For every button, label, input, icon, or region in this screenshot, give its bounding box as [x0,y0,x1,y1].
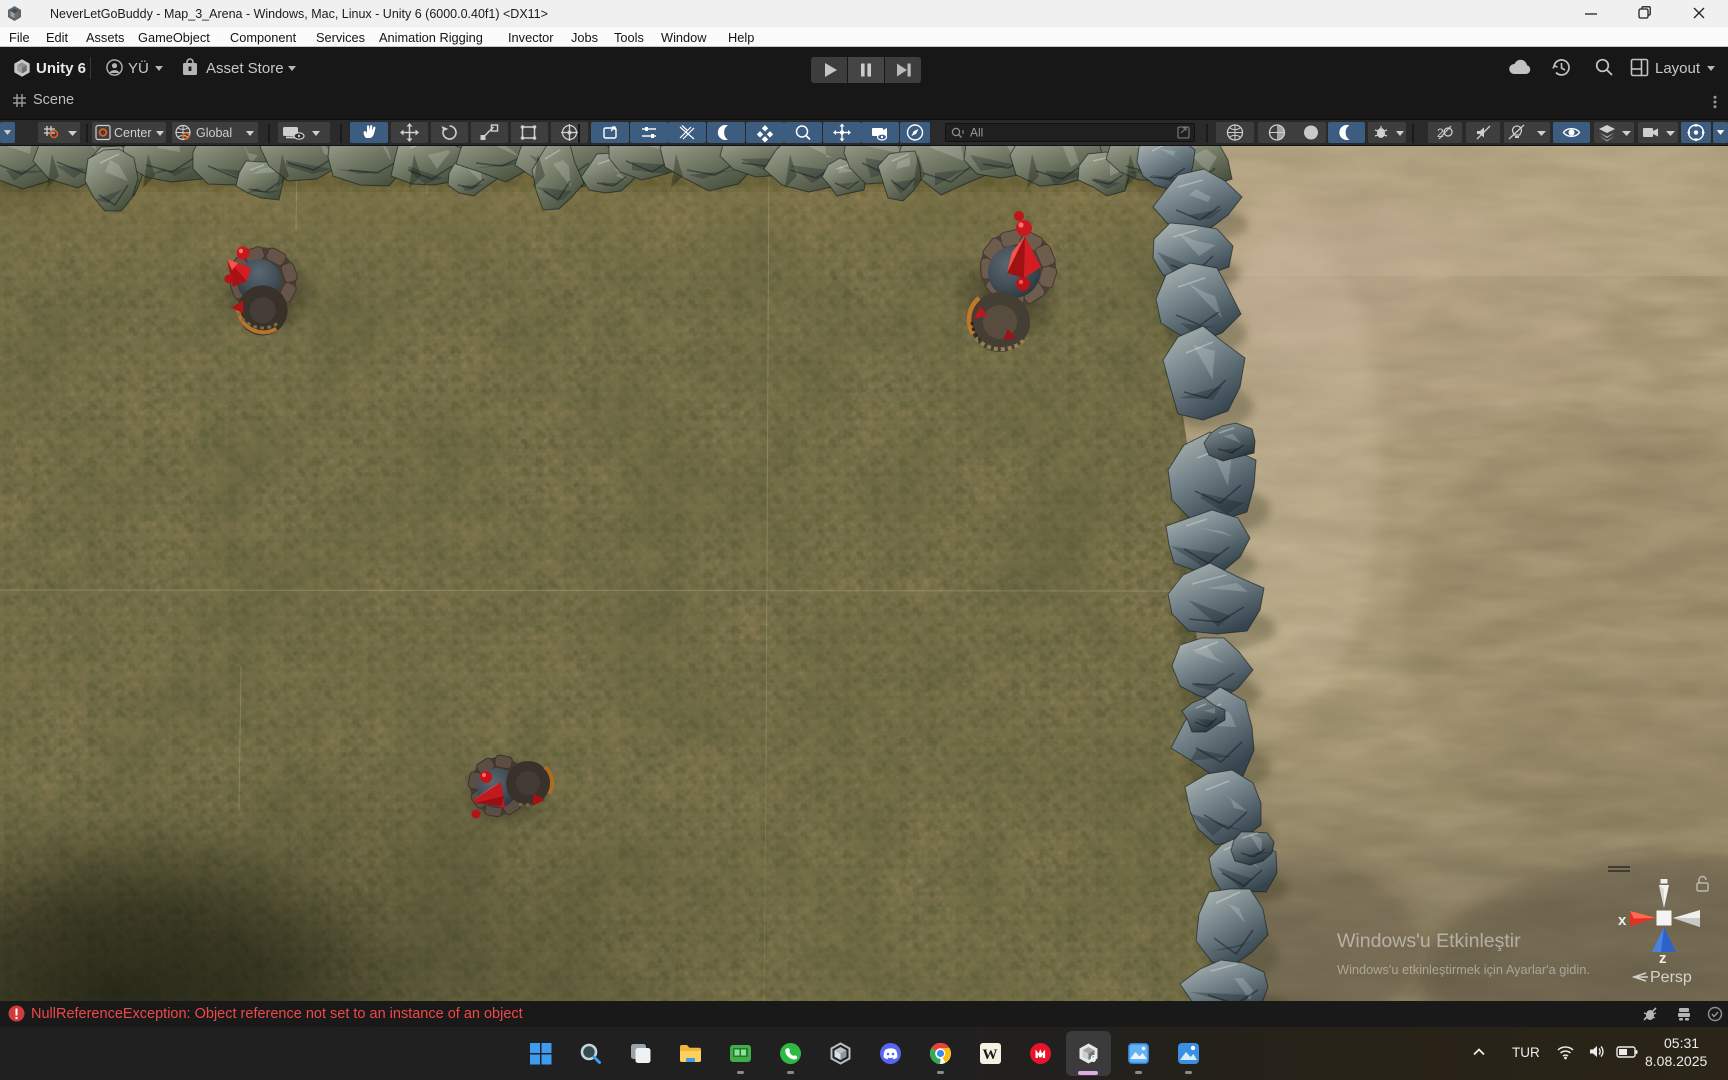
svg-text:W: W [983,1047,998,1063]
svg-text:All: All [970,126,983,140]
svg-text:Windows'u etkinleştirmek için: Windows'u etkinleştirmek için Ayarlar'a … [1337,962,1590,977]
svg-text:x: x [1618,912,1627,929]
svg-text:Persp: Persp [1650,969,1692,986]
svg-text:Windows'u Etkinleştir: Windows'u Etkinleştir [1337,930,1521,952]
svg-text:Global: Global [196,126,232,140]
svg-text:z: z [1659,950,1667,967]
svg-text:6: 6 [1091,1054,1097,1065]
svg-text:Center: Center [114,126,152,140]
